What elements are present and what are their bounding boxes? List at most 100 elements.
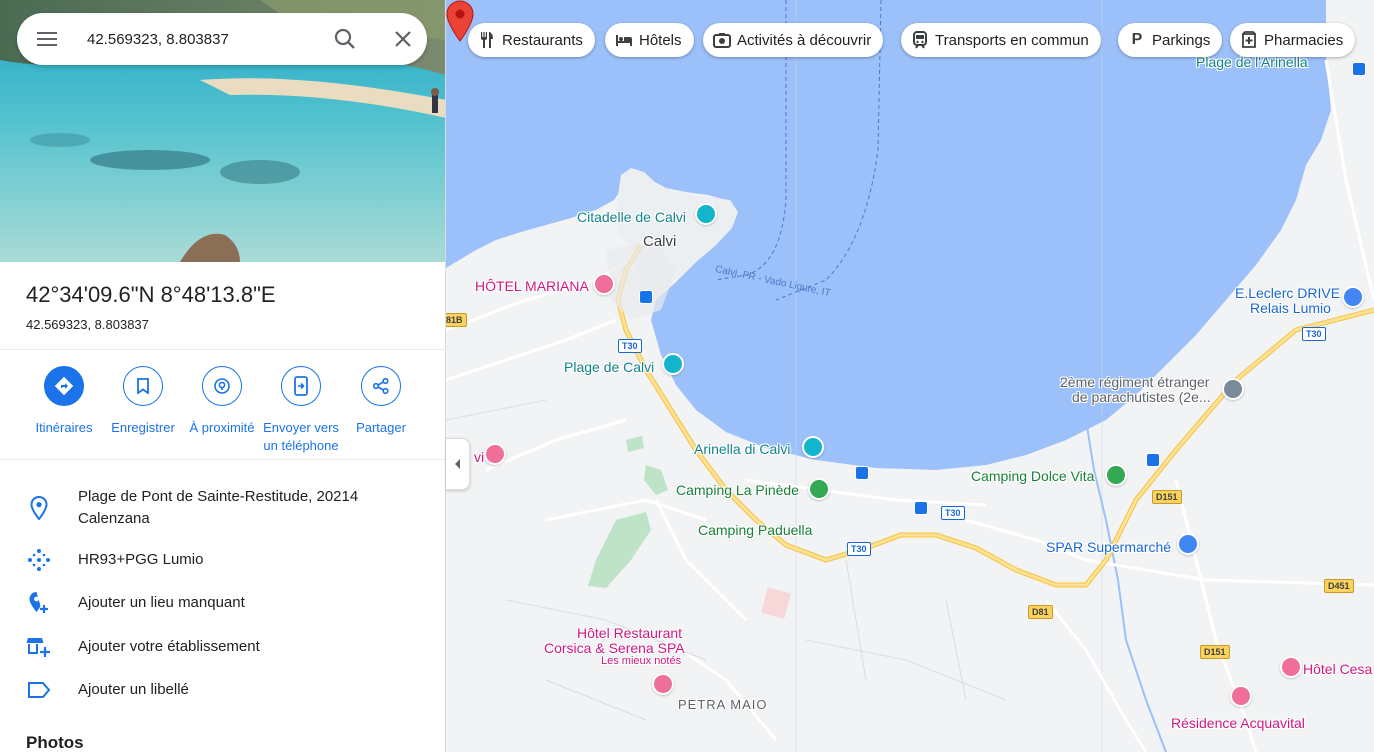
- chip-transports[interactable]: Transports en commun: [901, 23, 1101, 57]
- menu-icon[interactable]: [33, 27, 61, 51]
- action-label: À proximité: [189, 420, 255, 435]
- chip-label: Activités à découvrir: [737, 31, 872, 49]
- hotel-poi-icon[interactable]: [652, 673, 674, 695]
- camping-poi-icon[interactable]: [1105, 464, 1127, 486]
- send-to-phone-icon: [281, 366, 321, 406]
- map-label-citadelle[interactable]: Citadelle de Calvi: [577, 209, 686, 225]
- chip-label: Restaurants: [502, 31, 583, 49]
- add-place-icon: [26, 590, 52, 616]
- page-title: 42°34'09.6"N 8°48'13.8"E: [26, 282, 276, 307]
- map-canvas[interactable]: Citadelle de Calvi Calvi HÔTEL MARIANA P…: [446, 0, 1374, 752]
- map-label-arinella-calvi[interactable]: Arinella di Calvi: [694, 441, 790, 457]
- hotel-poi-icon[interactable]: [1230, 685, 1252, 707]
- share-button[interactable]: Partager: [341, 366, 421, 437]
- chip-parkings[interactable]: P Parkings: [1118, 23, 1223, 57]
- hotel-poi-icon[interactable]: [484, 443, 506, 465]
- map-label-hotel-cesa[interactable]: Hôtel Cesa: [1303, 661, 1372, 677]
- collapse-panel-button[interactable]: [446, 438, 470, 490]
- plus-code-row[interactable]: HR93+PGG Lumio: [0, 549, 445, 589]
- search-icon[interactable]: [331, 25, 359, 53]
- parking-icon: P: [1131, 31, 1143, 48]
- save-button[interactable]: Enregistrer: [103, 366, 183, 437]
- bus-stop-icon[interactable]: [1352, 62, 1366, 76]
- action-label: Envoyer vers un téléphone: [263, 420, 339, 453]
- bus-stop-icon[interactable]: [914, 501, 928, 515]
- add-business-row[interactable]: Ajouter votre établissement: [0, 634, 445, 676]
- bus-stop-icon[interactable]: [1146, 453, 1160, 467]
- search-input[interactable]: [87, 25, 307, 53]
- hotel-poi-icon[interactable]: [593, 273, 615, 295]
- bookmark-icon: [123, 366, 163, 406]
- action-label: Partager: [356, 420, 406, 435]
- road-shield-d151: D151: [1200, 645, 1230, 659]
- restaurant-icon: [478, 31, 496, 49]
- road-shield-d81: D81: [1028, 605, 1053, 619]
- bus-stop-icon[interactable]: [855, 466, 869, 480]
- landmark-poi-icon[interactable]: [1222, 378, 1244, 400]
- road-shield-t30: T30: [847, 542, 871, 556]
- close-icon[interactable]: [389, 25, 417, 53]
- directions-icon: [44, 366, 84, 406]
- map-label-camping-dolce[interactable]: Camping Dolce Vita: [971, 468, 1094, 484]
- map-label-corsica-serena[interactable]: Corsica & Serena SPA: [544, 640, 685, 656]
- action-buttons: Itinéraires Enregistrer À proximité Envo…: [24, 366, 424, 456]
- map-label-regiment-1[interactable]: 2ème régiment étranger: [1060, 374, 1209, 390]
- map-label-vi-partial[interactable]: vi: [474, 449, 484, 465]
- beach-poi-icon[interactable]: [662, 353, 684, 375]
- beach-poi-icon[interactable]: [802, 436, 824, 458]
- add-place-text: Ajouter un lieu manquant: [78, 594, 245, 611]
- map-label-regiment-2[interactable]: de parachutistes (2e...: [1072, 389, 1211, 405]
- map-label-residence[interactable]: Résidence Acquavital: [1171, 715, 1305, 731]
- map-label-hotel-mariana[interactable]: HÔTEL MARIANA: [475, 278, 589, 294]
- museum-poi-icon[interactable]: [695, 203, 717, 225]
- chip-restaurants[interactable]: Restaurants: [468, 23, 595, 57]
- google-maps-app: Citadelle de Calvi Calvi HÔTEL MARIANA P…: [0, 0, 1374, 752]
- map-label-camping-paduella[interactable]: Camping Paduella: [698, 522, 812, 538]
- photos-heading: Photos: [26, 733, 84, 752]
- hotel-poi-icon[interactable]: [1280, 656, 1302, 678]
- coordinates-subtitle: 42.569323, 8.803837: [26, 317, 149, 332]
- chip-hotels[interactable]: Hôtels: [605, 23, 694, 57]
- search-box: [17, 13, 427, 65]
- divider: [0, 349, 445, 350]
- place-header: 42°34'09.6"N 8°48'13.8"E 42.569323, 8.80…: [26, 282, 276, 332]
- train-icon: [911, 31, 929, 49]
- add-label-row[interactable]: Ajouter un libellé: [0, 677, 445, 719]
- hotel-icon: [615, 31, 633, 49]
- nearby-icon: [202, 366, 242, 406]
- shopping-poi-icon[interactable]: [1177, 533, 1199, 555]
- bus-stop-icon[interactable]: [639, 290, 653, 304]
- chip-label: Parkings: [1152, 31, 1211, 49]
- add-business-text: Ajouter votre établissement: [78, 638, 260, 655]
- map-label-eleclerc-2[interactable]: Relais Lumio: [1250, 300, 1331, 316]
- chip-pharmacies[interactable]: Pharmacies: [1230, 23, 1356, 57]
- location-pin-icon: [26, 495, 52, 521]
- chip-activites[interactable]: Activités à découvrir: [703, 23, 884, 57]
- chevron-left-icon: [454, 459, 460, 469]
- map-label-petra-maio: PETRA MAIO: [678, 697, 768, 712]
- map-label-eleclerc-1[interactable]: E.Leclerc DRIVE: [1235, 285, 1340, 301]
- map-label-calvi[interactable]: Calvi: [643, 233, 676, 250]
- shopping-poi-icon[interactable]: [1342, 286, 1364, 308]
- add-business-icon: [26, 634, 52, 660]
- address-row[interactable]: Plage de Pont de Sainte-Restitude, 20214…: [0, 486, 445, 534]
- share-icon: [361, 366, 401, 406]
- label-icon: [26, 677, 52, 703]
- camping-poi-icon[interactable]: [808, 478, 830, 500]
- map-label-mieux-notes: Les mieux notés: [601, 655, 682, 667]
- address-text: Plage de Pont de Sainte-Restitude, 20214…: [78, 488, 359, 527]
- divider: [0, 459, 445, 460]
- map-label-spar[interactable]: SPAR Supermarché: [1046, 539, 1171, 555]
- road-shield-81b: 81B: [446, 313, 467, 327]
- road-shield-t30: T30: [941, 506, 965, 520]
- action-label: Enregistrer: [111, 420, 175, 435]
- map-label-plage-calvi[interactable]: Plage de Calvi: [564, 359, 654, 375]
- send-to-phone-button[interactable]: Envoyer vers un téléphone: [261, 366, 341, 455]
- map-label-camping-pinede[interactable]: Camping La Pinède: [676, 482, 799, 498]
- road-shield-d151: D151: [1152, 490, 1182, 504]
- camera-icon: [713, 31, 731, 49]
- add-place-row[interactable]: Ajouter un lieu manquant: [0, 590, 445, 632]
- directions-button[interactable]: Itinéraires: [24, 366, 104, 437]
- nearby-button[interactable]: À proximité: [182, 366, 262, 437]
- map-label-hotel-restaurant[interactable]: Hôtel Restaurant: [577, 625, 682, 641]
